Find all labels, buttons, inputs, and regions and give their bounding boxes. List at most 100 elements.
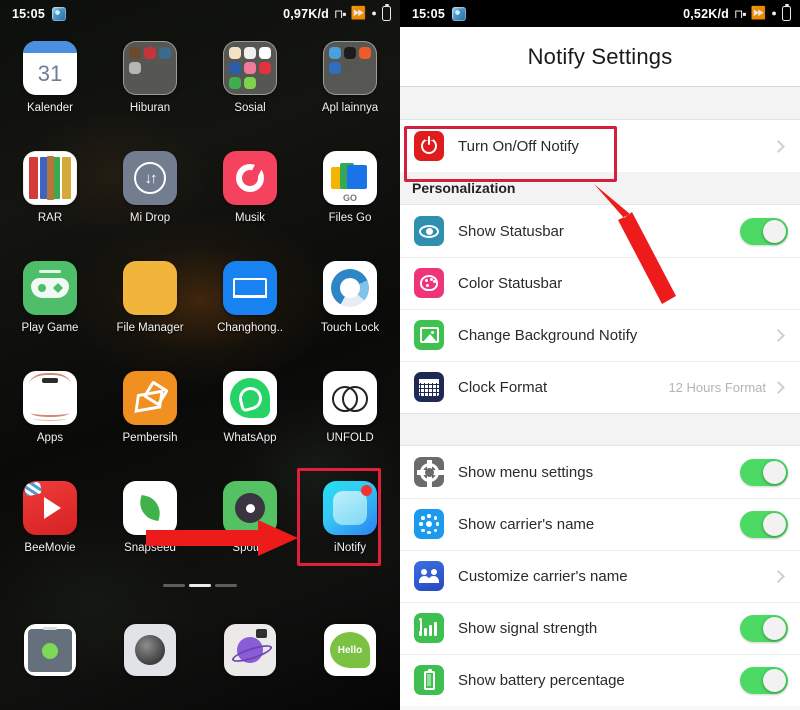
toggle-show-menu-settings[interactable] (740, 458, 788, 486)
screenshot-root: 15:05 0,97K/d ⊓▪ ⏩ ● 31 Kalender Hiburan… (0, 0, 800, 710)
page-dot[interactable] (215, 584, 237, 587)
toggle-show-battery-percentage[interactable] (740, 666, 788, 694)
changhong-app-icon (223, 261, 277, 315)
setting-row-turn-on-off-notify[interactable]: Turn On/Off Notify (400, 120, 800, 172)
app-apl-lainnya[interactable]: Apl lainnya (300, 35, 400, 145)
battery-level-icon (414, 665, 444, 695)
app-whatsapp[interactable]: WhatsApp (200, 365, 300, 475)
app-label: WhatsApp (223, 432, 277, 444)
folder-icon (223, 41, 277, 95)
left-phone-home-screen: 15:05 0,97K/d ⊓▪ ⏩ ● 31 Kalender Hiburan… (0, 0, 400, 710)
statusbar-right: 0,52K/d ⊓▪ ⏩ ● (683, 3, 791, 21)
app-sosial[interactable]: Sosial (200, 35, 300, 145)
dock-app-phone[interactable] (0, 616, 100, 710)
app-row: 31 Kalender Hiburan Sosial Apl lainnya (0, 35, 400, 145)
app-files-go[interactable]: GO Files Go (300, 145, 400, 255)
app-label: Changhong.. (217, 322, 283, 334)
chevron-right-icon (772, 380, 785, 394)
section-spacer-top (400, 87, 800, 120)
setting-row-show-carriers-name[interactable]: Show carrier's name (400, 498, 800, 550)
page-title-bar: Notify Settings (400, 27, 800, 87)
statusbar-data-rate: 0,52K/d (683, 6, 729, 21)
app-play-game[interactable]: Play Game (0, 255, 100, 365)
calendar-app-icon: 31 (23, 41, 77, 95)
whatsapp-app-icon (223, 371, 277, 425)
camera-app-icon (124, 624, 176, 676)
messages-app-icon: Hello (324, 624, 376, 676)
calendar-day-number: 31 (37, 61, 63, 86)
app-touch-lock[interactable]: Touch Lock (300, 255, 400, 365)
app-label: Pembersih (122, 432, 178, 444)
app-beemovie[interactable]: BeeMovie (0, 475, 100, 585)
app-unfold[interactable]: UNFOLD (300, 365, 400, 475)
app-label: Play Game (21, 322, 79, 334)
app-label: Musik (234, 212, 266, 224)
carrier-icon (414, 509, 444, 539)
palette-icon (414, 268, 444, 298)
app-row: RAR ↓↑ Mi Drop Musik GO Files Go (0, 145, 400, 255)
setting-label: Customize carrier's name (458, 567, 628, 585)
app-label: BeeMovie (24, 542, 76, 554)
notification-dot-icon: ● (371, 7, 377, 18)
toggle-show-carriers-name[interactable] (740, 510, 788, 538)
folder-icon (323, 41, 377, 95)
calendar-icon (414, 372, 444, 402)
right-phone-notify-settings: 15:05 0,52K/d ⊓▪ ⏩ ● Notify Settings Tur… (400, 0, 800, 710)
phone-app-icon (24, 624, 76, 676)
right-statusbar: 15:05 0,52K/d ⊓▪ ⏩ ● (400, 0, 800, 27)
app-apps[interactable]: Apps (0, 365, 100, 475)
app-rar[interactable]: RAR (0, 145, 100, 255)
eye-icon (414, 216, 444, 246)
app-changhong[interactable]: Changhong.. (200, 255, 300, 365)
page-dot-active[interactable] (189, 584, 211, 587)
red-arrow-pointing-to-inotify (146, 520, 298, 556)
setting-label: Show menu settings (458, 463, 594, 481)
app-row: Apps Pembersih WhatsApp UNFOLD (0, 365, 400, 475)
setting-row-clock-format[interactable]: Clock Format 12 Hours Format (400, 361, 800, 413)
toggle-knob (763, 219, 786, 243)
rar-app-icon (23, 151, 77, 205)
setting-row-show-signal-strength[interactable]: Show signal strength (400, 602, 800, 654)
setting-row-customize-carriers-name[interactable]: Customize carrier's name (400, 550, 800, 602)
left-statusbar: 15:05 0,97K/d ⊓▪ ⏩ ● (0, 0, 400, 27)
notification-dot-icon: ● (771, 7, 777, 18)
page-dot[interactable] (163, 584, 185, 587)
apps-app-icon (23, 371, 77, 425)
toggle-knob (763, 460, 786, 484)
power-icon (414, 131, 444, 161)
chevron-right-icon (772, 139, 785, 153)
setting-label: Show carrier's name (458, 515, 595, 533)
chevron-right-icon (772, 328, 785, 342)
red-arrow-pointing-to-turn-on-off-notify (594, 184, 676, 304)
dock: Hello (0, 616, 400, 710)
app-label: UNFOLD (326, 432, 374, 444)
app-musik[interactable]: Musik (200, 145, 300, 255)
toggle-show-statusbar[interactable] (740, 217, 788, 245)
section-spacer-middle (400, 413, 800, 446)
setting-row-show-battery-percentage[interactable]: Show battery percentage (400, 654, 800, 706)
app-label: Apl lainnya (321, 102, 379, 114)
setting-row-change-background-notify[interactable]: Change Background Notify (400, 309, 800, 361)
dock-app-messages[interactable]: Hello (300, 616, 400, 710)
toggle-knob (763, 512, 786, 536)
toggle-knob (763, 616, 786, 640)
toggle-show-signal-strength[interactable] (740, 614, 788, 642)
app-file-manager[interactable]: File Manager (100, 255, 200, 365)
setting-value: 12 Hours Format (668, 379, 766, 395)
image-icon (414, 320, 444, 350)
dock-app-camera[interactable] (100, 616, 200, 710)
file-manager-app-icon (123, 261, 177, 315)
app-pembersih[interactable]: Pembersih (100, 365, 200, 475)
toggle-knob (763, 668, 786, 692)
gear-icon (414, 457, 444, 487)
dock-app-browser[interactable] (200, 616, 300, 710)
signal-bars-icon: ⊓▪ (733, 6, 747, 21)
app-hiburan[interactable]: Hiburan (100, 35, 200, 145)
folder-icon (123, 41, 177, 95)
app-label: Apps (36, 432, 64, 444)
app-label: File Manager (116, 322, 184, 334)
app-row: Play Game File Manager Changhong.. Touch… (0, 255, 400, 365)
app-mi-drop[interactable]: ↓↑ Mi Drop (100, 145, 200, 255)
setting-row-show-menu-settings[interactable]: Show menu settings (400, 446, 800, 498)
app-kalender[interactable]: 31 Kalender (0, 35, 100, 145)
